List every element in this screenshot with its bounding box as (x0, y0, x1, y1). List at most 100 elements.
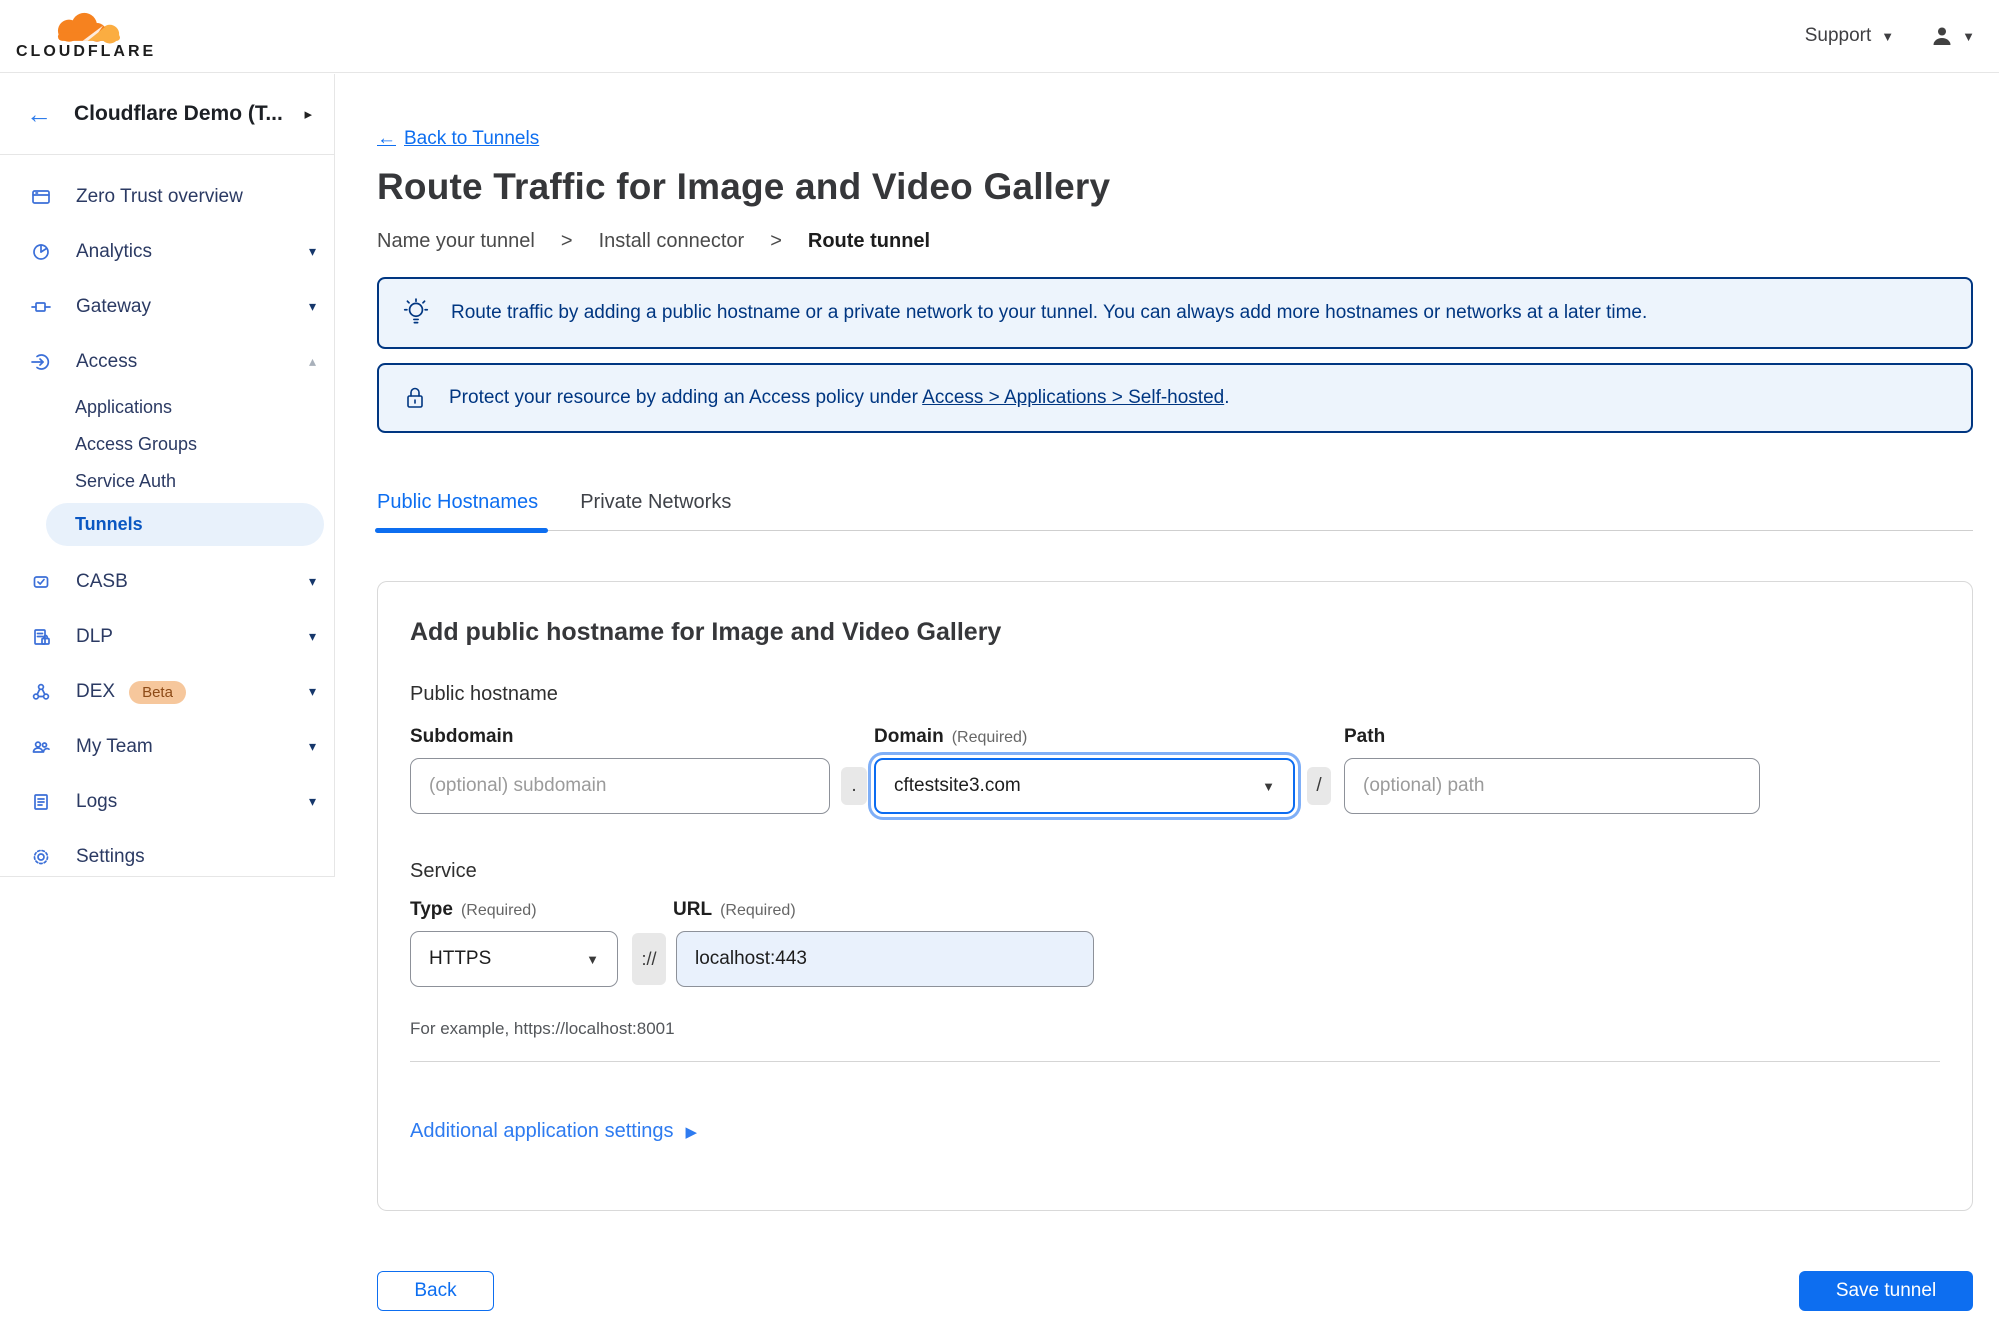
type-label: Type (410, 899, 453, 920)
top-right-controls: Support ▼ ▼ (1805, 24, 1975, 48)
info-banner-access-policy: Protect your resource by adding an Acces… (377, 363, 1973, 433)
chevron-right-icon[interactable]: ▸ (304, 105, 312, 123)
cloudflare-cloud-icon (58, 12, 121, 43)
beta-badge: Beta (129, 680, 186, 704)
sidebar-item-access-groups[interactable]: Access Groups (0, 426, 334, 463)
cloudflare-logo[interactable]: CLOUDFLARE (16, 12, 156, 61)
dex-icon (30, 681, 52, 703)
gear-icon (30, 846, 52, 868)
support-menu[interactable]: Support ▼ (1805, 25, 1894, 47)
footer-actions: Back Save tunnel (377, 1271, 1973, 1311)
service-labels-row: Type (Required) URL (Required) (410, 899, 1940, 921)
info-banner-route-traffic: Route traffic by adding a public hostnam… (377, 277, 1973, 349)
sidebar-item-settings[interactable]: Settings (0, 829, 334, 884)
url-input[interactable] (676, 931, 1094, 987)
sidebar-item-applications[interactable]: Applications (0, 389, 334, 426)
gateway-icon (30, 296, 52, 318)
sidebar-item-dex[interactable]: DEX Beta ▾ (0, 664, 334, 719)
chevron-down-icon: ▾ (308, 793, 316, 809)
breadcrumb-steps: Name your tunnel > Install connector > R… (377, 230, 1973, 253)
step-name-your-tunnel[interactable]: Name your tunnel (377, 230, 535, 253)
banner-text: Protect your resource by adding an Acces… (449, 387, 1230, 408)
chevron-down-icon: ▾ (308, 243, 316, 259)
page-title: Route Traffic for Image and Video Galler… (377, 166, 1111, 207)
caret-down-icon: ▼ (1262, 778, 1275, 794)
step-separator: > (560, 230, 573, 252)
required-tag: (Required) (720, 902, 796, 919)
card-heading: Add public hostname for Image and Video … (410, 618, 1002, 646)
sidebar-item-dlp[interactable]: DLP ▾ (0, 609, 334, 664)
tab-bar: Public Hostnames Private Networks (374, 491, 1973, 533)
tunnels-active-pill[interactable]: Tunnels (46, 503, 324, 546)
chevron-down-icon: ▾ (308, 573, 316, 589)
back-arrow-icon[interactable]: ← (26, 101, 52, 127)
public-hostname-card: Add public hostname for Image and Video … (377, 581, 1973, 1211)
type-select-value: HTTPS (429, 948, 492, 969)
required-tag: (Required) (951, 729, 1028, 746)
team-icon (30, 736, 52, 758)
hostname-labels-row: Subdomain Domain (Required) Path (410, 726, 1940, 748)
hostname-fields-row: . cftestsite3.com ▼ / (410, 758, 1940, 814)
chevron-down-icon: ▾ (308, 738, 316, 754)
chevron-down-icon: ▾ (308, 683, 316, 699)
url-label: URL (673, 899, 713, 920)
caret-down-icon: ▼ (586, 951, 599, 967)
overview-icon (30, 186, 52, 208)
support-label: Support (1804, 25, 1872, 46)
arrow-right-icon: ▶ (685, 1123, 698, 1141)
user-menu[interactable]: ▼ (1930, 24, 1975, 48)
sidebar-item-logs[interactable]: Logs ▾ (0, 774, 334, 829)
account-switcher[interactable]: ← Cloudflare Demo (T... ▸ (0, 74, 334, 155)
step-install-connector[interactable]: Install connector (599, 230, 745, 253)
tab-private-networks[interactable]: Private Networks (580, 491, 731, 530)
service-fields-row: HTTPS ▼ :// (410, 931, 1940, 987)
step-separator: > (770, 230, 782, 252)
subdomain-label: Subdomain (410, 726, 514, 747)
domain-label: Domain (874, 726, 944, 747)
public-hostname-section-label: Public hostname (410, 683, 558, 705)
access-applications-self-hosted-link[interactable]: Access > Applications > Self-hosted (922, 387, 1224, 408)
path-input[interactable] (1344, 758, 1760, 814)
path-label: Path (1344, 726, 1386, 747)
lightbulb-icon (403, 298, 429, 324)
sidebar-item-service-auth[interactable]: Service Auth (0, 463, 334, 500)
required-tag: (Required) (460, 902, 537, 919)
sidebar-item-zero-trust-overview[interactable]: Zero Trust overview (0, 169, 334, 224)
scheme-separator: :// (632, 933, 666, 985)
save-tunnel-button[interactable]: Save tunnel (1799, 1271, 1973, 1311)
dot-separator: . (841, 767, 867, 805)
sidebar-item-tunnels[interactable]: Tunnels (0, 503, 334, 546)
sidebar-nav: Zero Trust overview Analytics ▾ Gateway … (0, 155, 334, 884)
back-button[interactable]: Back (377, 1271, 494, 1311)
user-icon (1933, 27, 1951, 45)
domain-select-value: cftestsite3.com (894, 775, 1021, 796)
url-example-text: For example, https://localhost:8001 (410, 1019, 675, 1038)
dlp-icon (30, 626, 52, 648)
sidebar-item-my-team[interactable]: My Team ▾ (0, 719, 334, 774)
chevron-up-icon: ▴ (308, 353, 316, 369)
casb-icon (30, 571, 52, 593)
main-content: ← Back to Tunnels Route Traffic for Imag… (335, 74, 1999, 1336)
chevron-down-icon: ▼ (1881, 28, 1895, 44)
sidebar: ← Cloudflare Demo (T... ▸ Zero Trust ove… (0, 74, 335, 877)
service-section-label: Service (410, 860, 477, 882)
sidebar-item-analytics[interactable]: Analytics ▾ (0, 224, 334, 279)
top-bar: CLOUDFLARE Support ▼ ▼ (0, 0, 1999, 73)
chevron-down-icon: ▼ (1962, 28, 1975, 44)
page: CLOUDFLARE Support ▼ ▼ ← Cloudflare Demo… (0, 0, 1999, 1336)
tab-public-hostnames[interactable]: Public Hostnames (374, 491, 549, 533)
sidebar-item-gateway[interactable]: Gateway ▾ (0, 279, 334, 334)
subdomain-input[interactable] (410, 758, 830, 814)
type-select[interactable]: HTTPS ▼ (410, 931, 618, 987)
back-arrow-icon: ← (377, 128, 396, 149)
chevron-down-icon: ▾ (308, 628, 316, 644)
lock-icon (407, 387, 423, 408)
slash-separator: / (1307, 767, 1331, 805)
sidebar-item-casb[interactable]: CASB ▾ (0, 554, 334, 609)
additional-application-settings-toggle[interactable]: Additional application settings ▶ (410, 1120, 697, 1143)
sidebar-item-access[interactable]: Access ▴ (0, 334, 334, 389)
banner-text: Route traffic by adding a public hostnam… (451, 302, 1648, 323)
back-to-tunnels-link[interactable]: ← Back to Tunnels (377, 128, 539, 150)
domain-select[interactable]: cftestsite3.com ▼ (874, 758, 1295, 814)
account-name: Cloudflare Demo (T... (74, 102, 283, 125)
